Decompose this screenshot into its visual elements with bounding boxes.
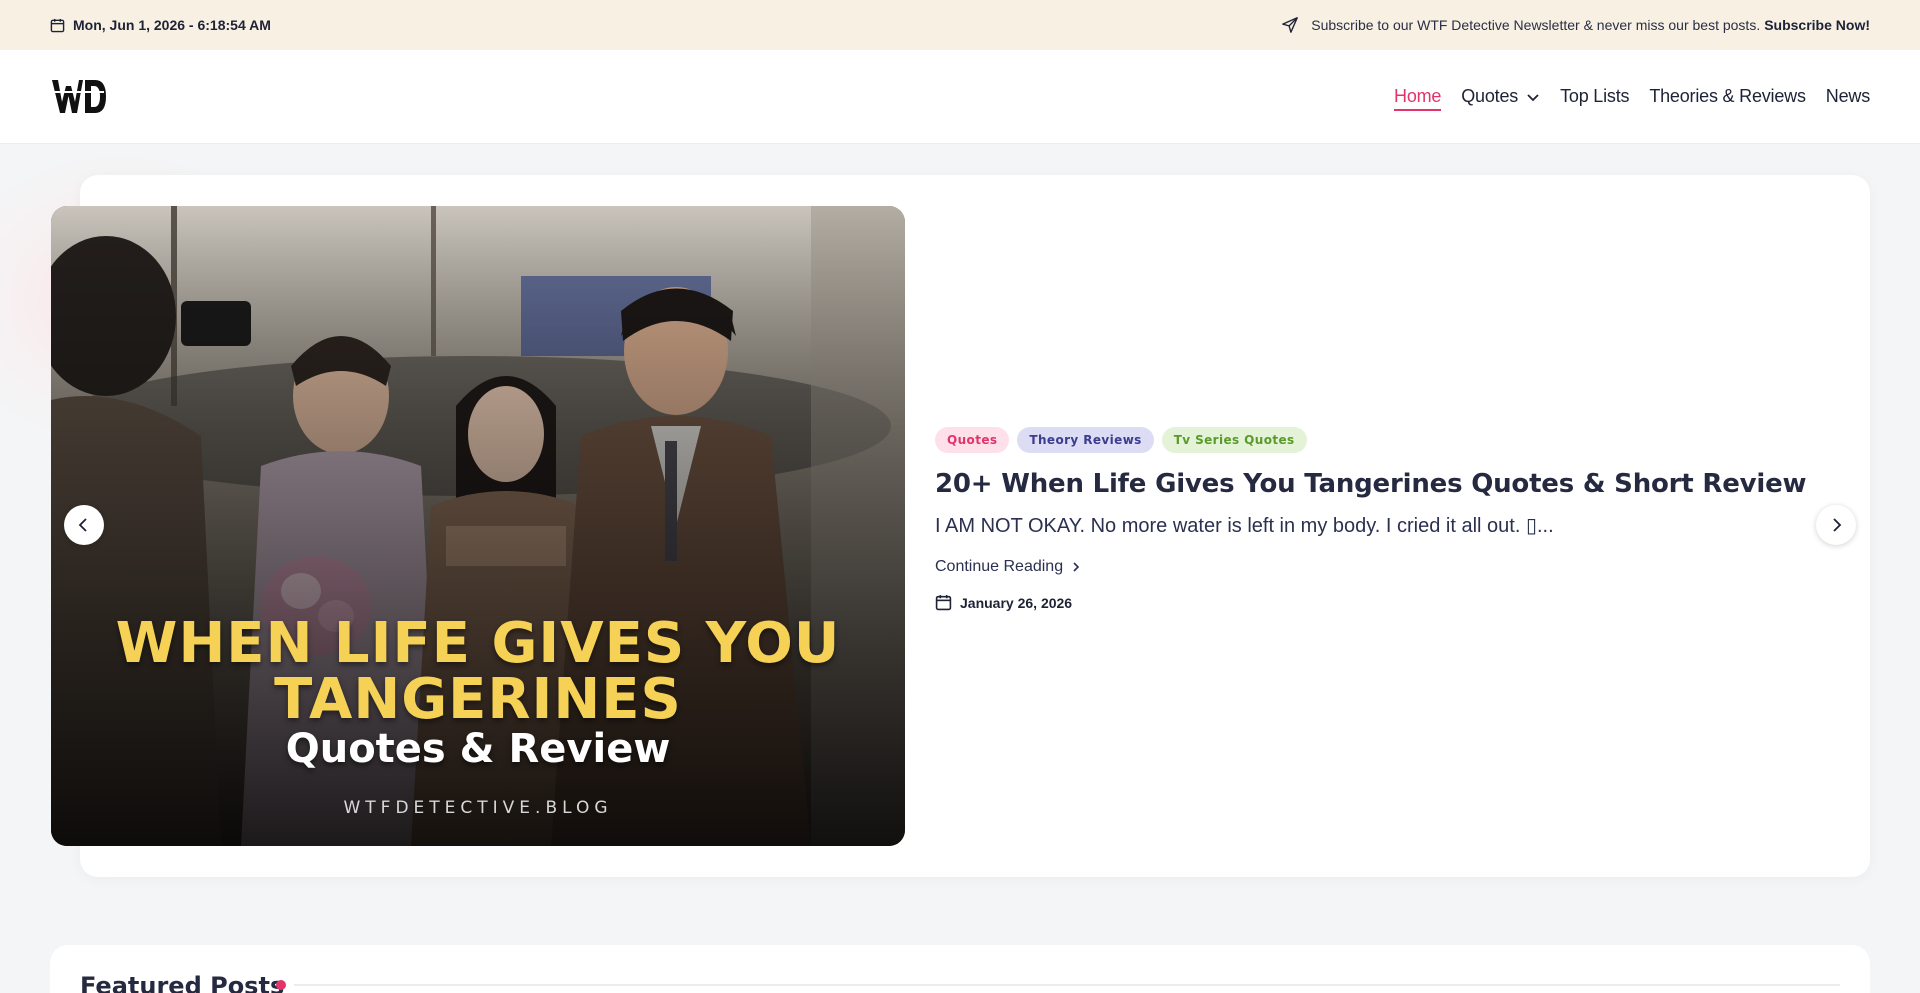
slider-next-button[interactable]: [1816, 505, 1856, 545]
featured-dot: [276, 980, 286, 990]
newsletter-text: Subscribe to our WTF Detective Newslette…: [1311, 17, 1761, 33]
nav-news[interactable]: News: [1826, 86, 1870, 107]
chevron-down-icon: [1526, 90, 1540, 104]
chevron-right-icon: [1828, 517, 1844, 533]
nav-quotes-label: Quotes: [1461, 86, 1519, 106]
hero-title-line1: WHEN LIFE GIVES YOU: [115, 611, 841, 676]
main-nav: Home Quotes Top Lists Theories & Reviews…: [1394, 82, 1870, 111]
hero-subtitle: Quotes & Review: [285, 726, 671, 772]
chevron-left-icon: [76, 517, 92, 533]
hero-site-watermark: WTFDETECTIVE.BLOG: [343, 798, 613, 818]
post-title[interactable]: 20+ When Life Gives You Tangerines Quote…: [935, 469, 1815, 499]
chevron-right-icon: [1071, 561, 1081, 573]
tag-theory-reviews[interactable]: Theory Reviews: [1017, 427, 1154, 453]
continue-reading-label: Continue Reading: [935, 558, 1064, 575]
slider-post: Quotes Theory Reviews Tv Series Quotes 2…: [935, 427, 1815, 611]
featured-divider: [294, 984, 1840, 986]
post-tags: Quotes Theory Reviews Tv Series Quotes: [935, 427, 1815, 453]
subscribe-now-link[interactable]: Subscribe Now!: [1764, 17, 1870, 33]
site-logo[interactable]: [50, 78, 108, 116]
post-date-text: January 26, 2026: [960, 594, 1073, 611]
nav-top-lists[interactable]: Top Lists: [1560, 86, 1629, 107]
featured-posts-section: Featured Posts: [50, 945, 1870, 993]
nav-theories-reviews[interactable]: Theories & Reviews: [1649, 86, 1806, 107]
nav-quotes[interactable]: Quotes: [1461, 86, 1540, 107]
newsletter-banner: Subscribe to our WTF Detective Newslette…: [1281, 16, 1870, 34]
continue-reading-link[interactable]: Continue Reading: [935, 558, 1081, 576]
featured-posts-title: Featured Posts: [80, 972, 285, 993]
hero-image[interactable]: WHEN LIFE GIVES YOU TANGERINES Quotes & …: [51, 206, 905, 846]
calendar-icon: [935, 594, 952, 611]
post-excerpt: I AM NOT OKAY. No more water is left in …: [935, 515, 1554, 537]
current-datetime: Mon, Jun 1, 2026 - 6:18:54 AM: [73, 17, 271, 33]
datetime-group: Mon, Jun 1, 2026 - 6:18:54 AM: [50, 17, 271, 33]
tag-tv-series-quotes[interactable]: Tv Series Quotes: [1161, 427, 1307, 453]
hero-title-line2: TANGERINES: [274, 667, 682, 732]
post-date: January 26, 2026: [935, 594, 1815, 611]
nav-home[interactable]: Home: [1394, 86, 1441, 111]
tag-quotes[interactable]: Quotes: [935, 427, 1010, 453]
calendar-icon: [50, 18, 65, 33]
site-header: Home Quotes Top Lists Theories & Reviews…: [0, 50, 1920, 144]
send-icon: [1281, 16, 1299, 34]
top-bar: Mon, Jun 1, 2026 - 6:18:54 AM Subscribe …: [0, 0, 1920, 50]
slider-prev-button[interactable]: [64, 505, 104, 545]
